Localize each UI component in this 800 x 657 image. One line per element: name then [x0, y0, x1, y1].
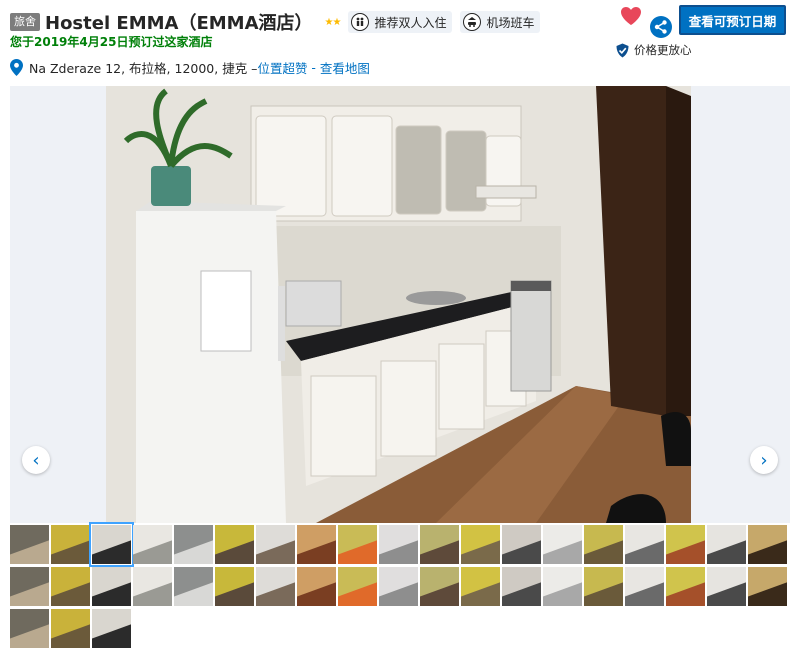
gallery-thumbnail[interactable] — [338, 567, 377, 606]
hotel-name: Hostel EMMA（EMMA酒店） — [45, 13, 313, 34]
gallery-thumbnail[interactable] — [338, 525, 377, 564]
gallery-thumbnail[interactable] — [707, 525, 746, 564]
heart-icon[interactable] — [620, 6, 642, 26]
address-text: Na Zderaze 12, 布拉格, 12000, 捷克 – — [29, 61, 258, 76]
price-match-label: 价格更放心 — [634, 43, 692, 57]
tag-couples[interactable]: 推荐双人入住 — [348, 11, 453, 33]
share-icon[interactable] — [650, 16, 672, 38]
check-availability-button[interactable]: 查看可预订日期 — [679, 5, 786, 35]
price-match[interactable]: 价格更放心 — [615, 42, 692, 58]
gallery-thumbnail[interactable] — [666, 525, 705, 564]
gallery-thumbnail[interactable] — [420, 525, 459, 564]
tag-airport-shuttle[interactable]: 机场班车 — [460, 11, 541, 33]
shield-check-icon — [616, 43, 629, 57]
gallery-thumbnail[interactable] — [666, 567, 705, 606]
gallery-thumbnail[interactable] — [174, 525, 213, 564]
gallery-thumbnail[interactable] — [748, 525, 787, 564]
gallery-thumbnail[interactable] — [625, 525, 664, 564]
gallery-thumbnail[interactable] — [51, 525, 90, 564]
gallery-thumbnail[interactable] — [10, 525, 49, 564]
gallery-thumbnail[interactable] — [461, 525, 500, 564]
previous-booking-note: 您于2019年4月25日预订过这家酒店 — [10, 35, 213, 49]
gallery-thumbnail[interactable] — [297, 525, 336, 564]
gallery-thumbnail[interactable] — [379, 567, 418, 606]
gallery-thumbnail[interactable] — [256, 525, 295, 564]
gallery-thumbnail[interactable] — [625, 567, 664, 606]
gallery-thumbnail[interactable] — [502, 525, 541, 564]
title-row: 旅舍 Hostel EMMA（EMMA酒店） ★★ 推荐双人入住 机场班车 — [10, 10, 541, 34]
gallery-thumbnail[interactable] — [10, 609, 49, 648]
gallery-thumbnail[interactable] — [92, 609, 131, 648]
gallery-thumbnail[interactable] — [51, 609, 90, 648]
gallery-thumbnail[interactable] — [420, 567, 459, 606]
kitchen-photo — [106, 86, 691, 523]
couple-icon — [351, 13, 370, 31]
gallery-thumbnail[interactable] — [133, 567, 172, 606]
address-separator: - — [307, 60, 320, 75]
gallery-thumbnail[interactable] — [707, 567, 746, 606]
gallery-thumbnail[interactable] — [215, 525, 254, 564]
show-map-link[interactable]: 查看地图 — [320, 58, 370, 77]
gallery-thumbnail[interactable] — [51, 567, 90, 606]
star-rating: ★★ — [324, 16, 342, 28]
gallery-thumbnail[interactable] — [461, 567, 500, 606]
previous-photo-button[interactable]: ‹ — [22, 446, 50, 474]
gallery-thumbnail[interactable] — [10, 567, 49, 606]
tag-airport-shuttle-label: 机场班车 — [486, 15, 535, 30]
gallery-thumbnail[interactable] — [133, 525, 172, 564]
property-type-badge: 旅舍 — [10, 13, 40, 31]
location-pin-icon — [10, 59, 23, 76]
gallery-thumbnail[interactable] — [89, 522, 134, 567]
gallery-thumbnail[interactable] — [543, 525, 582, 564]
gallery-thumbnail[interactable] — [256, 567, 295, 606]
gallery-thumbnail[interactable] — [215, 567, 254, 606]
gallery-thumbnail[interactable] — [543, 567, 582, 606]
gallery-thumbnail[interactable] — [584, 525, 623, 564]
main-photo-kitchen[interactable] — [106, 86, 691, 523]
photo-gallery: ‹ › — [10, 86, 790, 523]
next-photo-button[interactable]: › — [750, 446, 778, 474]
gallery-thumbnail[interactable] — [174, 567, 213, 606]
gallery-thumbnail[interactable] — [502, 567, 541, 606]
gallery-thumbnail[interactable] — [748, 567, 787, 606]
shuttle-icon — [463, 13, 482, 31]
gallery-thumbnail[interactable] — [584, 567, 623, 606]
address-row: Na Zderaze 12, 布拉格, 12000, 捷克 – 位置超赞 - 查… — [10, 58, 370, 77]
gallery-thumbnail[interactable] — [92, 567, 131, 606]
tag-couples-label: 推荐双人入住 — [374, 15, 447, 30]
gallery-thumbnail[interactable] — [297, 567, 336, 606]
location-rating-link[interactable]: 位置超赞 — [257, 58, 307, 77]
gallery-thumbnail[interactable] — [379, 525, 418, 564]
